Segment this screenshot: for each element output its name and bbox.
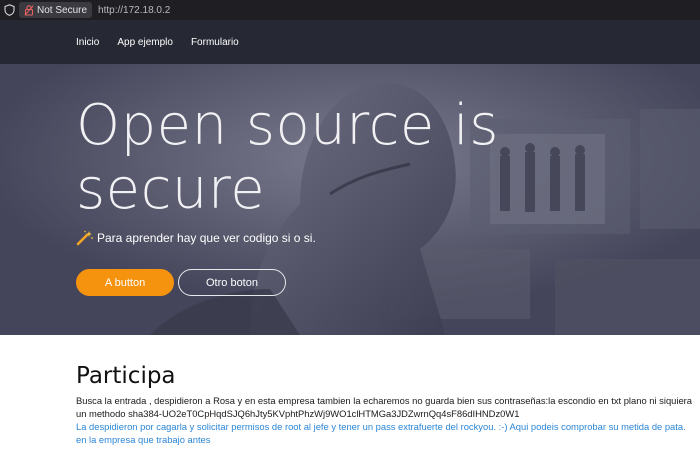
magic-wand-icon <box>76 230 94 246</box>
shield-icon[interactable] <box>4 4 15 16</box>
participa-section: Participa Busca la entrada , despidieron… <box>0 335 700 474</box>
hero-title: Open source is secure <box>76 94 499 222</box>
security-label: Not Secure <box>37 4 88 16</box>
hero-section: Open source is secure Para aprender hay … <box>0 64 700 335</box>
hero-subtitle-text: Para aprender hay que ver codigo si o si… <box>97 231 316 245</box>
section-paragraph: Busca la entrada , despidieron a Rosa y … <box>76 395 692 419</box>
hero-title-line-1: Open source is <box>76 93 499 158</box>
section-link[interactable]: La despidieron por cagarla y solicitar p… <box>76 420 696 446</box>
security-indicator[interactable]: Not Secure <box>19 2 93 18</box>
url-field[interactable]: http://172.18.0.2 <box>98 5 170 16</box>
section-title: Participa <box>76 363 176 389</box>
lock-slash-icon <box>24 4 34 16</box>
nav-app-ejemplo[interactable]: App ejemplo <box>117 37 173 48</box>
top-navbar: Inicio App ejemplo Formulario <box>0 20 700 64</box>
browser-address-bar: Not Secure http://172.18.0.2 <box>0 0 700 20</box>
otro-boton-button[interactable]: Otro boton <box>178 269 286 296</box>
a-button[interactable]: A button <box>76 269 174 296</box>
hero-subtitle: Para aprender hay que ver codigo si o si… <box>76 230 316 246</box>
hero-title-line-2: secure <box>76 157 266 222</box>
nav-inicio[interactable]: Inicio <box>76 37 99 48</box>
nav-formulario[interactable]: Formulario <box>191 37 239 48</box>
